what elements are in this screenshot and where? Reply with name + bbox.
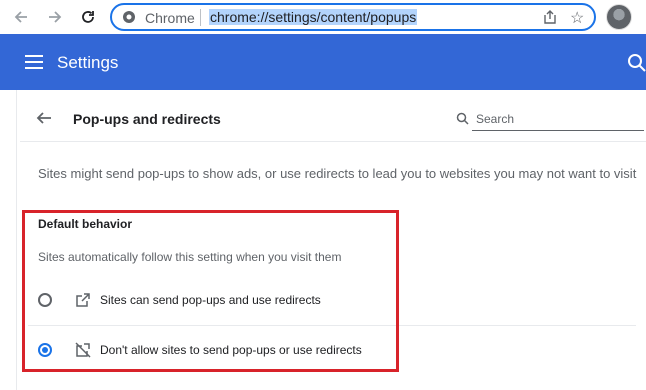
forward-arrow-icon: [49, 11, 62, 23]
profile-avatar[interactable]: [606, 4, 632, 30]
share-icon[interactable]: [542, 9, 558, 25]
settings-header: Settings: [0, 34, 646, 90]
page-back-arrow-icon[interactable]: [35, 109, 53, 127]
hamburger-menu-icon[interactable]: [25, 55, 43, 69]
reload-icon: [82, 11, 94, 23]
chrome-icon: [123, 11, 135, 23]
omnibox[interactable]: Chrome chrome://settings/content/popups …: [110, 3, 596, 31]
settings-title: Settings: [57, 53, 119, 72]
forward-button[interactable]: [42, 4, 68, 30]
bookmark-star-icon[interactable]: ☆: [570, 8, 584, 28]
page-title: Pop-ups and redirects: [73, 111, 221, 127]
url-text[interactable]: chrome://settings/content/popups: [209, 9, 418, 25]
settings-search-icon[interactable]: [626, 52, 646, 74]
reload-button[interactable]: [75, 4, 101, 30]
highlight-annotation-box: [22, 210, 399, 372]
browser-toolbar: Chrome chrome://settings/content/popups …: [0, 0, 646, 34]
search-input[interactable]: [472, 108, 644, 131]
omnibox-separator: [200, 9, 201, 26]
header-divider: [20, 141, 646, 142]
page-description: Sites might send pop-ups to show ads, or…: [38, 166, 637, 181]
omnibox-chrome-label: Chrome: [145, 10, 195, 26]
back-button[interactable]: [8, 4, 34, 30]
back-arrow-icon: [14, 11, 27, 23]
search-icon: [456, 112, 469, 125]
